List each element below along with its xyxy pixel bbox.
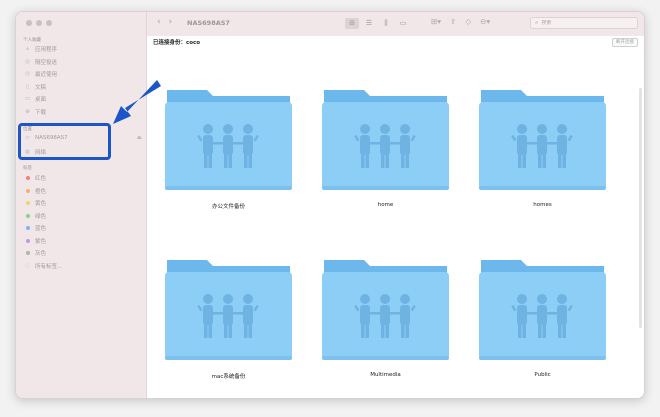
shared-folder-icon: [479, 260, 606, 360]
icon-view-button[interactable]: ⊞: [345, 18, 359, 29]
list-view-button[interactable]: ☰: [362, 18, 376, 29]
sidebar-item-label: 下载: [35, 109, 47, 116]
sidebar-item-label: 桌面: [35, 97, 47, 103]
window-controls: [26, 20, 52, 26]
folder-name: homes: [533, 202, 552, 208]
sidebar-item-label: 红色: [35, 176, 47, 182]
folder-name: Multimedia: [370, 372, 401, 378]
sidebar-item-desktop[interactable]: ▭ 桌面: [24, 95, 46, 103]
tag-dot-icon: [25, 251, 30, 255]
finder-window: 个人收藏 ⩓ 应用程序 ◎ 隔空投送 ◷ 最近使用 ▯ 文稿 ▭ 桌面 ⊕ 下载 位置 ▱ N…: [15, 11, 645, 399]
sidebar-tag-gray[interactable]: 灰色: [24, 249, 46, 257]
minimize-window-button[interactable]: [36, 20, 42, 26]
tag-dot-icon: [25, 201, 30, 205]
clock-icon: ◷: [25, 71, 30, 77]
folder-item[interactable]: home: [318, 82, 453, 217]
sidebar-item-label: 橙色: [35, 188, 47, 195]
sidebar-item-label: 蓝色: [35, 226, 47, 232]
view-switcher: ⊞ ☰ ⫼ ▭: [345, 18, 410, 29]
back-button[interactable]: ‹: [157, 17, 161, 27]
connected-as-label: 已连接身份：coco: [153, 40, 201, 46]
sidebar-item-label: 绿色: [35, 213, 47, 220]
disconnect-button[interactable]: 断开连接: [612, 37, 638, 47]
folder-grid: 办公文件备份 home homes mac系统备份 Multimedia Pub…: [147, 48, 644, 398]
folder-name: home: [377, 202, 394, 208]
sidebar-section-favorites: 个人收藏: [23, 38, 41, 43]
sidebar-item-label: 隔空投送: [35, 59, 58, 66]
sidebar-item-applications[interactable]: ⩓ 应用程序: [24, 45, 58, 54]
zoom-window-button[interactable]: [46, 20, 52, 26]
sidebar-item-downloads[interactable]: ⊕ 下载: [24, 108, 46, 116]
folder-item[interactable]: homes: [475, 82, 610, 217]
close-window-button[interactable]: [26, 20, 32, 26]
sidebar-tag-blue[interactable]: 蓝色: [24, 224, 46, 232]
folder-name: Public: [534, 372, 551, 378]
folder-item[interactable]: Public: [475, 252, 610, 387]
folder-name: 办公文件备份: [211, 204, 245, 210]
shared-folder-icon: [165, 260, 292, 360]
sidebar-item-label: 灰色: [35, 251, 47, 257]
sidebar-tag-orange[interactable]: 橙色: [24, 187, 46, 195]
tag-dot-icon: [25, 238, 30, 243]
sidebar-section-tags: 标签: [23, 166, 32, 171]
eject-icon[interactable]: ⏏: [137, 135, 142, 141]
scrollbar[interactable]: [639, 88, 642, 328]
search-field[interactable]: ⌕: [530, 17, 638, 29]
sidebar-tag-red[interactable]: 红色: [24, 174, 46, 182]
desktop-icon: ▭: [24, 96, 31, 102]
sidebar-item-label: 最近使用: [35, 72, 58, 78]
tag-dot-icon: [25, 213, 30, 218]
sidebar-item-label: 文稿: [35, 84, 47, 91]
group-button[interactable]: ⊞▾: [431, 17, 441, 26]
shared-folder-icon: [479, 90, 606, 190]
search-input[interactable]: [541, 20, 622, 26]
sidebar-item-label: 黄色: [35, 201, 47, 207]
sidebar-tag-yellow[interactable]: 黄色: [24, 199, 46, 207]
tag-outline-icon: ◌: [25, 262, 30, 269]
folder-name: mac系统备份: [211, 374, 246, 380]
sidebar-item-label: 所有标签…: [35, 263, 63, 270]
tag-dot-icon: [25, 176, 30, 180]
share-icon[interactable]: ⇪: [450, 17, 456, 26]
sidebar-tag-purple[interactable]: 紫色: [24, 237, 46, 245]
window-title: NAS698AS7: [187, 19, 230, 27]
pointer-arrow-icon: [113, 80, 161, 124]
shared-folder-icon: [165, 90, 292, 190]
download-icon: ⊕: [25, 108, 30, 115]
toolbar: ‹ › NAS698AS7 ⊞ ☰ ⫼ ▭ ⊞▾ ⇪ ◇ ⊖▾ ⌕: [147, 12, 644, 37]
sidebar-all-tags[interactable]: ◌ 所有标签…: [24, 262, 63, 270]
sidebar-item-label: 紫色: [35, 238, 47, 245]
folder-item[interactable]: 办公文件备份: [161, 82, 296, 217]
sidebar-item-airdrop[interactable]: ◎ 隔空投送: [24, 58, 57, 66]
gallery-view-button[interactable]: ▭: [396, 18, 410, 29]
tag-dot-icon: [25, 188, 30, 193]
sidebar-item-label: 应用程序: [35, 47, 58, 53]
folder-item[interactable]: mac系统备份: [161, 252, 296, 387]
sidebar: 个人收藏 ⩓ 应用程序 ◎ 隔空投送 ◷ 最近使用 ▯ 文稿 ▭ 桌面 ⊕ 下载 位置 ▱ N…: [16, 12, 147, 398]
forward-button[interactable]: ›: [169, 17, 173, 27]
sidebar-tag-green[interactable]: 绿色: [24, 212, 46, 220]
action-menu-button[interactable]: ⊖▾: [480, 17, 490, 26]
sidebar-item-recents[interactable]: ◷ 最近使用: [24, 70, 57, 78]
search-icon: ⌕: [535, 19, 539, 26]
airdrop-icon: ◎: [25, 58, 30, 65]
tag-icon[interactable]: ◇: [465, 17, 471, 26]
apps-icon: ⩓: [25, 45, 30, 52]
folder-item[interactable]: Multimedia: [318, 252, 453, 387]
tag-dot-icon: [25, 226, 30, 230]
toolbar-actions: ⊞▾ ⇪ ◇ ⊖▾: [431, 17, 490, 26]
shared-folder-icon: [322, 260, 449, 360]
column-view-button[interactable]: ⫼: [379, 18, 393, 29]
shared-folder-icon: [322, 90, 449, 190]
doc-icon: ▯: [25, 83, 30, 90]
sidebar-item-documents[interactable]: ▯ 文稿: [24, 83, 46, 91]
